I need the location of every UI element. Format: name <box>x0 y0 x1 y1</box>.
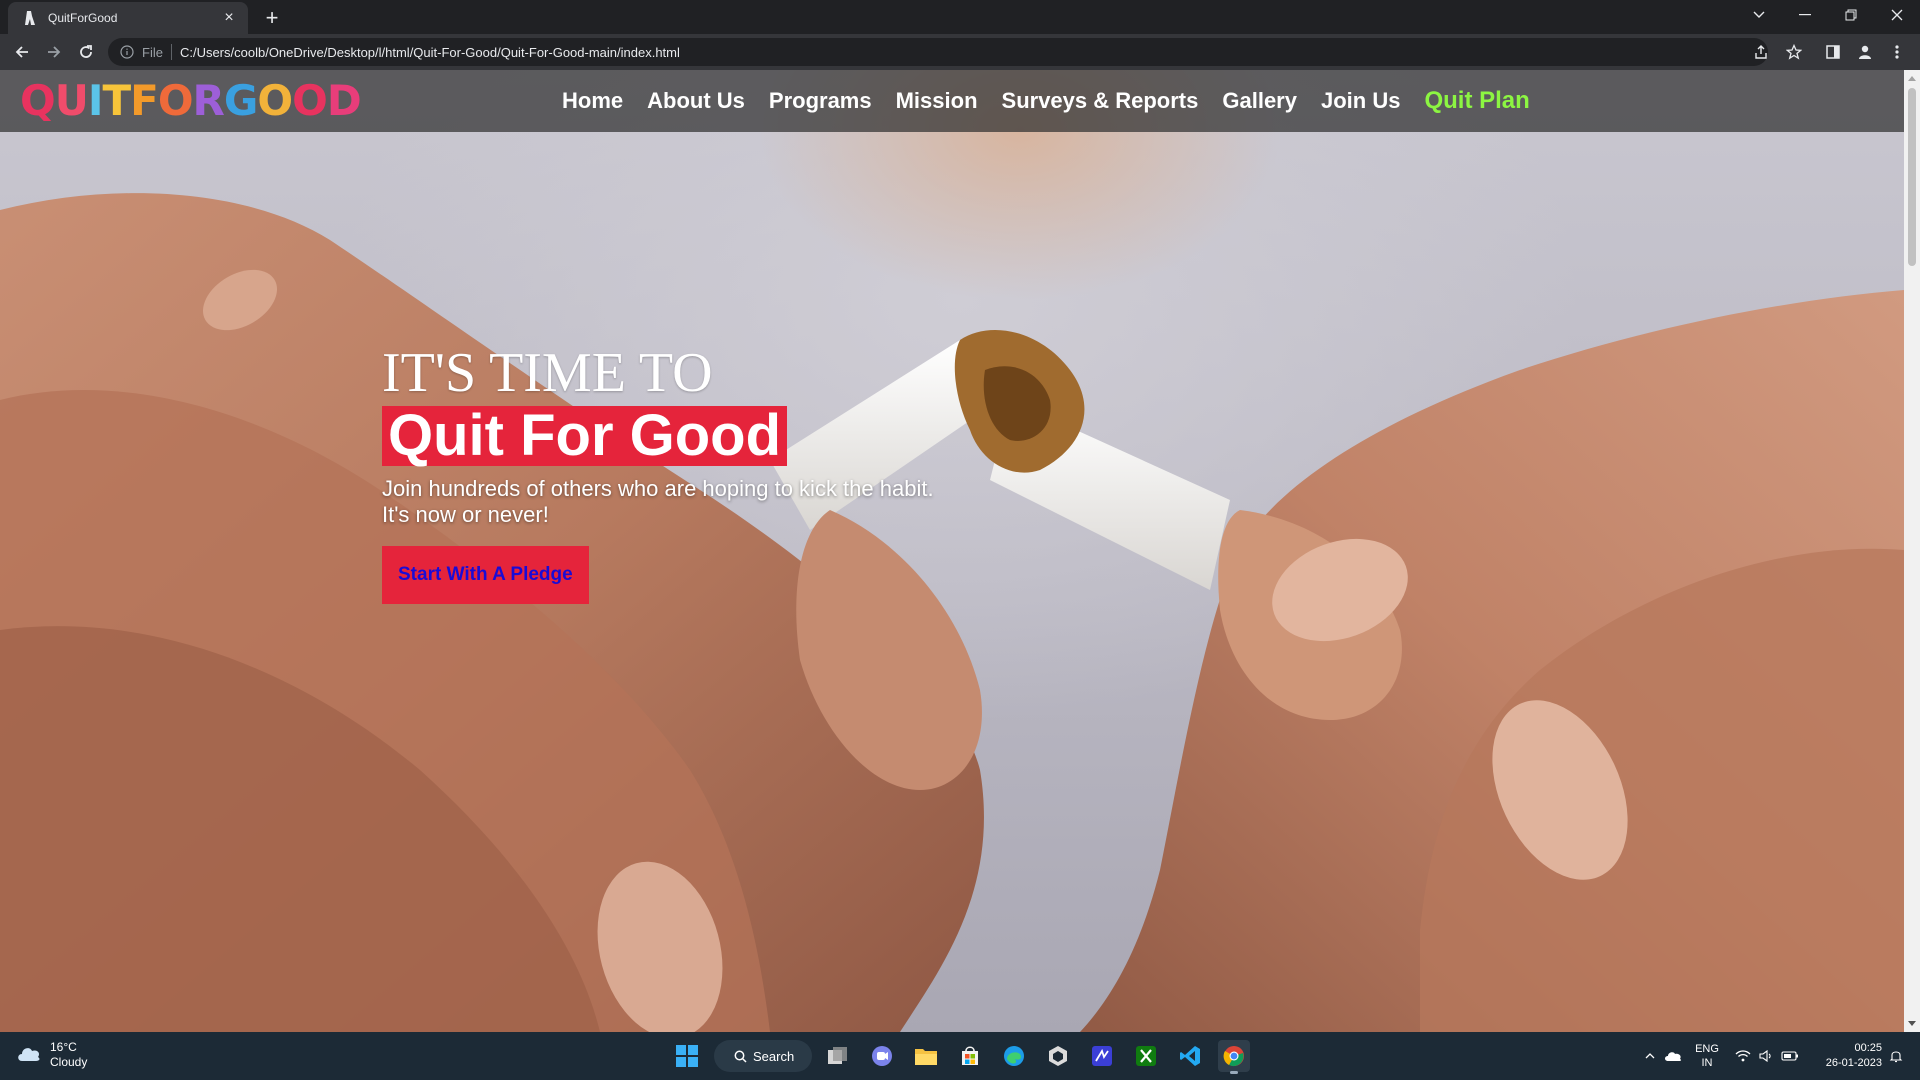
hero-background-image <box>0 70 1904 1032</box>
clock-date: 26-01-2023 <box>1825 1057 1882 1069</box>
volume-icon[interactable] <box>1755 1032 1777 1080</box>
system-clock[interactable]: 00:25 26-01-2023 <box>1812 1032 1882 1080</box>
vscode-icon[interactable] <box>1174 1040 1206 1072</box>
minimize-icon[interactable] <box>1782 0 1828 30</box>
logo-letter: O <box>157 76 194 125</box>
url-separator <box>170 44 172 60</box>
nav-home[interactable]: Home <box>562 84 623 118</box>
hero-subtext-line1: Join hundreds of others who are hoping t… <box>382 476 934 501</box>
weather-description: Cloudy <box>50 1055 88 1069</box>
scroll-up-icon[interactable] <box>1904 70 1920 86</box>
ms-store-icon[interactable] <box>954 1040 986 1072</box>
language-region: IN <box>1701 1057 1713 1069</box>
site-navbar: QUITFORGOOD Home About Us Programs Missi… <box>0 70 1904 132</box>
wifi-icon[interactable] <box>1732 1032 1754 1080</box>
logo-letter: O <box>292 76 328 125</box>
taskbar-search[interactable]: Search <box>714 1040 812 1072</box>
language-code: ENG <box>1695 1043 1719 1055</box>
nav-gallery[interactable]: Gallery <box>1222 84 1297 118</box>
forward-icon[interactable] <box>40 38 68 66</box>
hero-photo-illustration <box>0 193 1904 1032</box>
menu-kebab-icon[interactable] <box>1884 39 1910 65</box>
url-scheme-label: File <box>142 44 163 60</box>
nav-links: Home About Us Programs Mission Surveys &… <box>562 84 1554 118</box>
reload-icon[interactable] <box>72 38 100 66</box>
battery-icon[interactable] <box>1778 1032 1802 1080</box>
nav-programs[interactable]: Programs <box>769 84 872 118</box>
weather-widget[interactable]: 16°C Cloudy <box>16 1040 87 1070</box>
nav-mission[interactable]: Mission <box>896 84 978 118</box>
hero-content: IT'S TIME TO Quit For Good Join hundreds… <box>382 342 934 604</box>
browser-toolbar: File C:/Users/coolb/OneDrive/Desktop/l/h… <box>0 34 1920 70</box>
clock-time: 00:25 <box>1854 1042 1882 1054</box>
weather-temperature: 16°C <box>50 1040 77 1054</box>
cloud-icon <box>16 1044 42 1067</box>
unity-app-icon[interactable] <box>1042 1040 1074 1072</box>
nav-surveys-reports[interactable]: Surveys & Reports <box>1002 84 1199 118</box>
scroll-down-icon[interactable] <box>1904 1016 1920 1032</box>
quitforgood-logo[interactable]: QUITFORGOOD <box>20 76 362 125</box>
search-icon <box>734 1050 747 1063</box>
windows-start-icon[interactable] <box>671 1040 703 1072</box>
language-indicator[interactable]: ENG IN <box>1690 1032 1724 1080</box>
scrollbar-thumb[interactable] <box>1908 88 1916 266</box>
file-explorer-icon[interactable] <box>910 1040 942 1072</box>
nav-about-us[interactable]: About Us <box>647 84 745 118</box>
logo-letter: U <box>54 76 89 125</box>
tab-title: QuitForGood <box>48 11 118 25</box>
search-label: Search <box>753 1048 795 1064</box>
hero-headline: Quit For Good <box>382 406 788 466</box>
nav-quit-plan[interactable]: Quit Plan <box>1424 84 1529 118</box>
favicon-icon <box>22 10 38 26</box>
back-icon[interactable] <box>8 38 36 66</box>
tab-search-icon[interactable] <box>1736 0 1782 30</box>
chrome-icon[interactable] <box>1218 1040 1250 1074</box>
info-icon[interactable] <box>118 43 136 61</box>
bookmark-star-icon[interactable] <box>1781 39 1807 65</box>
tray-overflow-icon[interactable] <box>1640 1032 1660 1080</box>
notification-bell-icon[interactable] <box>1884 1032 1908 1080</box>
browser-titlebar: QuitForGood × + <box>0 0 1920 34</box>
logo-letter: G <box>223 76 258 125</box>
onedrive-icon[interactable] <box>1661 1032 1685 1080</box>
logo-letter: D <box>326 76 362 125</box>
restore-icon[interactable] <box>1828 0 1874 30</box>
windows-taskbar: 16°C Cloudy Search ENG IN 00:25 26-01-20… <box>0 1032 1920 1080</box>
start-pledge-button[interactable]: Start With A Pledge <box>382 546 589 604</box>
tab-close-button[interactable]: × <box>220 9 238 27</box>
profile-icon[interactable] <box>1852 39 1878 65</box>
logo-letter: O <box>257 76 293 125</box>
logo-letter: Q <box>20 76 56 125</box>
task-view-icon[interactable] <box>822 1040 854 1072</box>
close-window-icon[interactable] <box>1874 0 1920 30</box>
logo-letter: I <box>87 76 104 125</box>
logo-letter: R <box>192 76 225 125</box>
page-scrollbar[interactable] <box>1904 70 1920 1032</box>
browser-tab[interactable]: QuitForGood × <box>8 2 248 34</box>
hero-kicker: IT'S TIME TO <box>382 342 713 404</box>
hero-subtext-line2: It's now or never! <box>382 502 549 527</box>
url-text[interactable]: C:/Users/coolb/OneDrive/Desktop/l/html/Q… <box>180 45 680 60</box>
nav-join-us[interactable]: Join Us <box>1321 84 1400 118</box>
side-panel-icon[interactable] <box>1820 39 1846 65</box>
share-icon[interactable] <box>1748 39 1774 65</box>
logo-letter: T <box>102 76 131 125</box>
active-app-indicator <box>1230 1071 1238 1074</box>
teams-chat-icon[interactable] <box>866 1040 898 1072</box>
new-tab-button[interactable]: + <box>258 4 286 32</box>
page-viewport: QUITFORGOOD Home About Us Programs Missi… <box>0 70 1904 1032</box>
address-bar[interactable]: File C:/Users/coolb/OneDrive/Desktop/l/h… <box>108 38 1768 66</box>
visual-studio-icon[interactable] <box>1086 1040 1118 1072</box>
logo-letter: F <box>130 76 159 125</box>
xbox-icon[interactable] <box>1130 1040 1162 1072</box>
edge-browser-icon[interactable] <box>998 1040 1030 1072</box>
